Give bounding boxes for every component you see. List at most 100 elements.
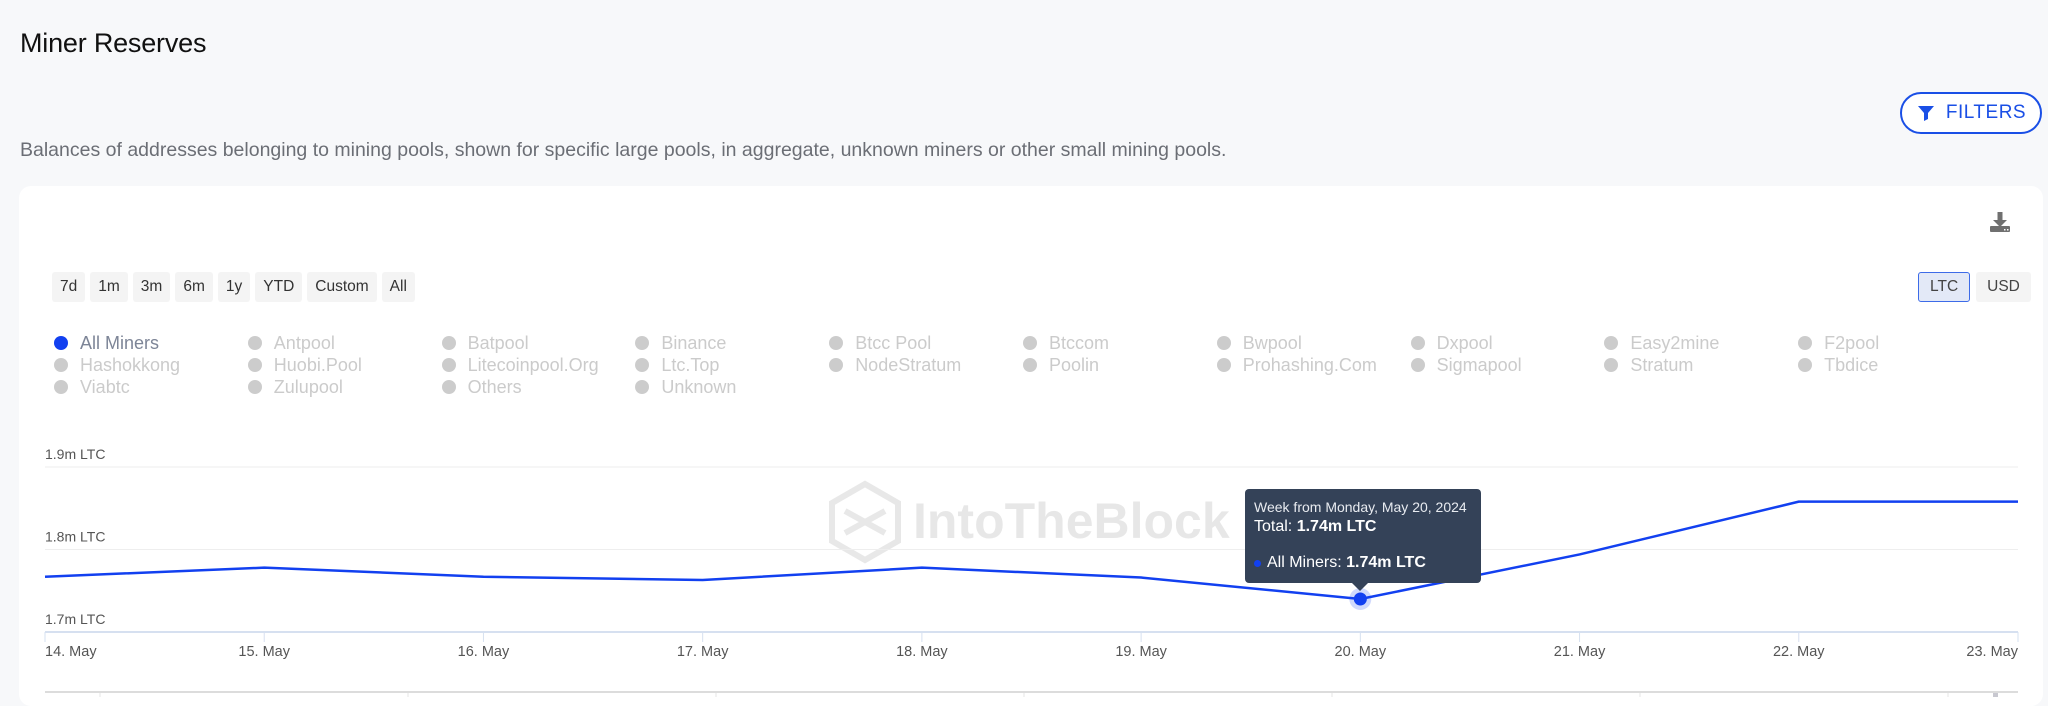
legend-dot-icon <box>1410 358 1425 372</box>
legend-label: Btcc Pool <box>855 332 932 353</box>
legend-dot-icon <box>635 358 650 372</box>
tooltip-date: Week from Monday, May 20, 2024 <box>1254 499 1467 515</box>
legend-item[interactable]: Antpool <box>247 332 442 354</box>
legend-dot-icon <box>1410 336 1425 350</box>
filters-button[interactable]: FILTERS <box>1900 92 2042 134</box>
range-button-custom[interactable]: Custom <box>307 272 377 302</box>
page-description: Balances of addresses belonging to minin… <box>20 139 1227 161</box>
legend-item[interactable]: Unknown <box>635 376 829 398</box>
legend-label: Others <box>467 376 522 397</box>
legend-label: Prohashing.Com <box>1242 354 1377 375</box>
legend-label: Viabtc <box>80 376 130 397</box>
legend-dot-icon <box>247 380 262 394</box>
unit-button-ltc[interactable]: LTC <box>1918 272 1971 302</box>
legend-dot-icon <box>247 358 262 372</box>
time-range-selector: 7d 1m 3m 6m 1y YTD Custom All <box>52 272 415 302</box>
legend-item[interactable]: Others <box>441 376 636 398</box>
legend-dot-icon <box>1216 358 1231 372</box>
chart-tooltip: Week from Monday, May 20, 2024 Total: 1.… <box>1245 489 1481 591</box>
legend-item[interactable]: Btccom <box>1022 332 1217 354</box>
legend-label: Sigmapool <box>1436 354 1522 375</box>
legend-label: Binance <box>661 332 727 353</box>
legend-label: Ltc.Top <box>661 354 720 375</box>
legend-label: Bwpool <box>1242 332 1302 353</box>
legend-label: Batpool <box>467 332 529 353</box>
chart-legend: All Miners Antpool Batpool Binance Btcc Pool… <box>54 332 1992 398</box>
legend-dot-icon <box>441 358 456 372</box>
legend-label: All Miners <box>80 332 160 353</box>
legend-dot-icon <box>1604 336 1619 350</box>
legend-item[interactable]: NodeStratum <box>829 354 1023 376</box>
tooltip-series-label: All Miners: <box>1267 554 1342 571</box>
range-button-1m[interactable]: 1m <box>90 272 128 302</box>
legend-item[interactable]: Sigmapool <box>1410 354 1605 376</box>
legend-dot-icon <box>829 336 844 350</box>
tooltip-total-label: Total: <box>1254 518 1293 535</box>
legend-label: Tbdice <box>1824 354 1879 375</box>
legend-item[interactable]: Huobi.Pool <box>247 354 442 376</box>
legend-label: Unknown <box>661 376 737 397</box>
legend-label: Dxpool <box>1436 332 1493 353</box>
range-button-3m[interactable]: 3m <box>132 272 171 302</box>
legend-dot-icon <box>1216 336 1231 350</box>
legend-item[interactable]: Bwpool <box>1216 332 1411 354</box>
unit-button-usd[interactable]: USD <box>1976 272 2031 302</box>
tooltip-series-value: 1.74m LTC <box>1346 554 1426 571</box>
range-button-1y[interactable]: 1y <box>217 272 251 302</box>
legend-dot-icon <box>441 380 456 394</box>
legend-item[interactable]: Litecoinpool.Org <box>441 354 636 376</box>
legend-item[interactable]: F2pool <box>1798 332 1992 354</box>
legend-item[interactable]: Easy2mine <box>1604 332 1798 354</box>
series-dot-icon <box>1254 559 1261 567</box>
legend-label: Easy2mine <box>1630 332 1720 353</box>
legend-label: Hashokkong <box>80 354 181 375</box>
legend-dot-icon <box>635 380 650 394</box>
legend-item[interactable]: Stratum <box>1604 354 1798 376</box>
legend-item[interactable]: Hashokkong <box>54 354 248 376</box>
tooltip-series: All Miners: 1.74m LTC <box>1254 554 1472 572</box>
legend-dot-icon <box>247 336 262 350</box>
range-button-6m[interactable]: 6m <box>175 272 213 302</box>
legend-dot-icon <box>54 358 68 372</box>
legend-item[interactable]: Dxpool <box>1410 332 1605 354</box>
tooltip-total-value: 1.74m LTC <box>1296 518 1377 535</box>
legend-item[interactable]: Ltc.Top <box>635 354 829 376</box>
unit-selector: LTC USD <box>1918 272 2031 302</box>
legend-item[interactable]: Zulupool <box>247 376 442 398</box>
download-icon[interactable] <box>1988 210 2012 234</box>
range-button-all[interactable]: All <box>381 272 415 302</box>
legend-dot-icon <box>441 336 456 350</box>
legend-dot-icon <box>635 336 650 350</box>
legend-label: NodeStratum <box>855 354 962 375</box>
legend-dot-icon <box>1022 358 1037 372</box>
legend-dot-icon <box>1604 358 1619 372</box>
legend-label: Litecoinpool.Org <box>467 354 599 375</box>
legend-label: Poolin <box>1048 354 1100 375</box>
page-title: Miner Reserves <box>20 28 207 58</box>
legend-item[interactable]: Batpool <box>441 332 636 354</box>
legend-item[interactable]: Binance <box>635 332 829 354</box>
legend-dot-icon <box>54 336 68 350</box>
filters-label: FILTERS <box>1945 102 2027 123</box>
legend-label: Zulupool <box>273 376 343 397</box>
tooltip-total: Total: 1.74m LTC <box>1254 518 1472 536</box>
legend-label: Huobi.Pool <box>273 354 362 375</box>
legend-dot-icon <box>1022 336 1037 350</box>
legend-item[interactable]: Viabtc <box>54 376 248 398</box>
legend-dot-icon <box>1798 358 1813 372</box>
legend-label: Stratum <box>1630 354 1694 375</box>
legend-item[interactable]: All Miners <box>54 332 248 354</box>
legend-dot-icon <box>1798 336 1813 350</box>
legend-label: F2pool <box>1824 332 1880 353</box>
legend-item[interactable]: Poolin <box>1022 354 1217 376</box>
legend-item[interactable]: Btcc Pool <box>829 332 1023 354</box>
legend-label: Btccom <box>1048 332 1109 353</box>
legend-dot-icon <box>829 358 844 372</box>
chart-card <box>19 186 2043 706</box>
legend-dot-icon <box>54 380 68 394</box>
legend-item[interactable]: Tbdice <box>1798 354 1992 376</box>
range-button-7d[interactable]: 7d <box>52 272 86 302</box>
legend-item[interactable]: Prohashing.Com <box>1216 354 1411 376</box>
range-button-ytd[interactable]: YTD <box>255 272 303 302</box>
legend-label: Antpool <box>273 332 335 353</box>
